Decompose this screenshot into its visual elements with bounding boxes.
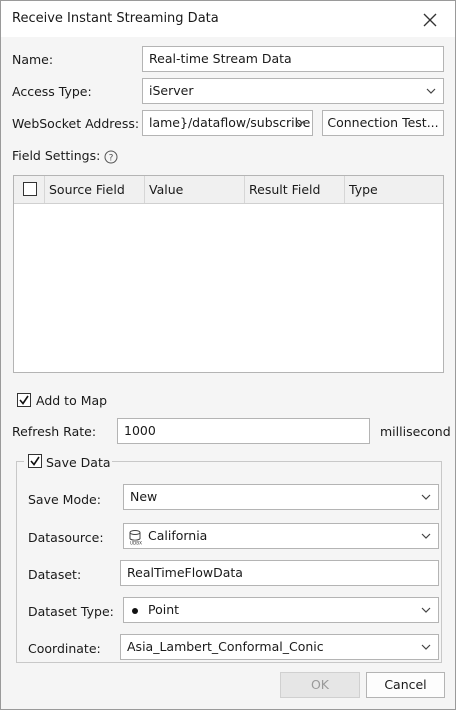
refresh-rate-input[interactable]: 1000 [117, 418, 370, 444]
access-type-select[interactable]: iServer [142, 78, 444, 104]
websocket-address-select[interactable]: lame}/dataflow/subscribe [142, 110, 313, 136]
coordinate-label: Coordinate: [28, 641, 101, 656]
title-bar: Receive Instant Streaming Data [1, 1, 455, 37]
connection-test-button[interactable]: Connection Test... [322, 110, 444, 136]
refresh-rate-label: Refresh Rate: [12, 424, 97, 439]
receive-streaming-dialog: Receive Instant Streaming Data Name: Rea… [0, 0, 456, 710]
datasource-label: Datasource: [28, 530, 104, 545]
chevron-down-icon [421, 533, 431, 539]
save-mode-value: New [130, 489, 158, 504]
coordinate-select[interactable]: Asia_Lambert_Conformal_Conic [120, 634, 439, 660]
chevron-down-icon [421, 494, 431, 500]
save-mode-label: Save Mode: [28, 492, 101, 507]
chevron-down-icon [295, 120, 305, 126]
add-to-map-checkbox[interactable] [17, 393, 31, 407]
save-mode-select[interactable]: New [123, 484, 439, 510]
column-value[interactable]: Value [144, 176, 244, 203]
name-label: Name: [12, 52, 54, 67]
access-type-label: Access Type: [12, 84, 92, 99]
save-data-legend: Save Data [24, 453, 112, 471]
access-type-value: iServer [149, 83, 194, 98]
coordinate-value: Asia_Lambert_Conformal_Conic [127, 639, 324, 654]
udbx-datasource-icon: UDBX [129, 529, 143, 545]
dialog-title: Receive Instant Streaming Data [12, 11, 219, 26]
datasource-select[interactable]: UDBX California [123, 523, 439, 549]
svg-text:?: ? [109, 153, 114, 163]
dataset-input[interactable]: RealTimeFlowData [120, 560, 439, 586]
column-type[interactable]: Type [344, 176, 443, 203]
dataset-type-select[interactable]: Point [123, 597, 439, 623]
dataset-type-value: Point [147, 602, 180, 617]
dataset-label: Dataset: [28, 567, 82, 582]
cancel-button[interactable]: Cancel [366, 672, 445, 698]
column-source-field[interactable]: Source Field [44, 176, 144, 203]
chevron-down-icon [421, 644, 431, 650]
field-settings-table[interactable]: Source Field Value Result Field Type [13, 175, 444, 373]
help-icon[interactable]: ? [104, 150, 118, 164]
websocket-address-value: lame}/dataflow/subscribe [149, 115, 311, 130]
name-input[interactable]: Real-time Stream Data [142, 46, 444, 72]
save-data-label[interactable]: Save Data [46, 455, 111, 470]
chevron-down-icon [421, 607, 431, 613]
field-settings-label: Field Settings: ? [12, 148, 118, 164]
ok-button[interactable]: OK [280, 672, 360, 698]
svg-text:UDBX: UDBX [130, 540, 142, 545]
point-icon [132, 607, 138, 614]
select-all-checkbox[interactable] [23, 182, 37, 196]
column-result-field[interactable]: Result Field [244, 176, 344, 203]
datasource-value: California [147, 528, 208, 543]
websocket-label: WebSocket Address: [12, 116, 140, 131]
close-icon[interactable] [421, 11, 439, 29]
save-data-checkbox[interactable] [28, 454, 42, 468]
chevron-down-icon [426, 88, 436, 94]
add-to-map-label[interactable]: Add to Map [36, 393, 107, 408]
field-settings-text: Field Settings: [12, 148, 101, 163]
dataset-type-label: Dataset Type: [28, 604, 114, 619]
refresh-rate-unit: millisecond [380, 424, 451, 439]
table-header: Source Field Value Result Field Type [14, 176, 443, 204]
